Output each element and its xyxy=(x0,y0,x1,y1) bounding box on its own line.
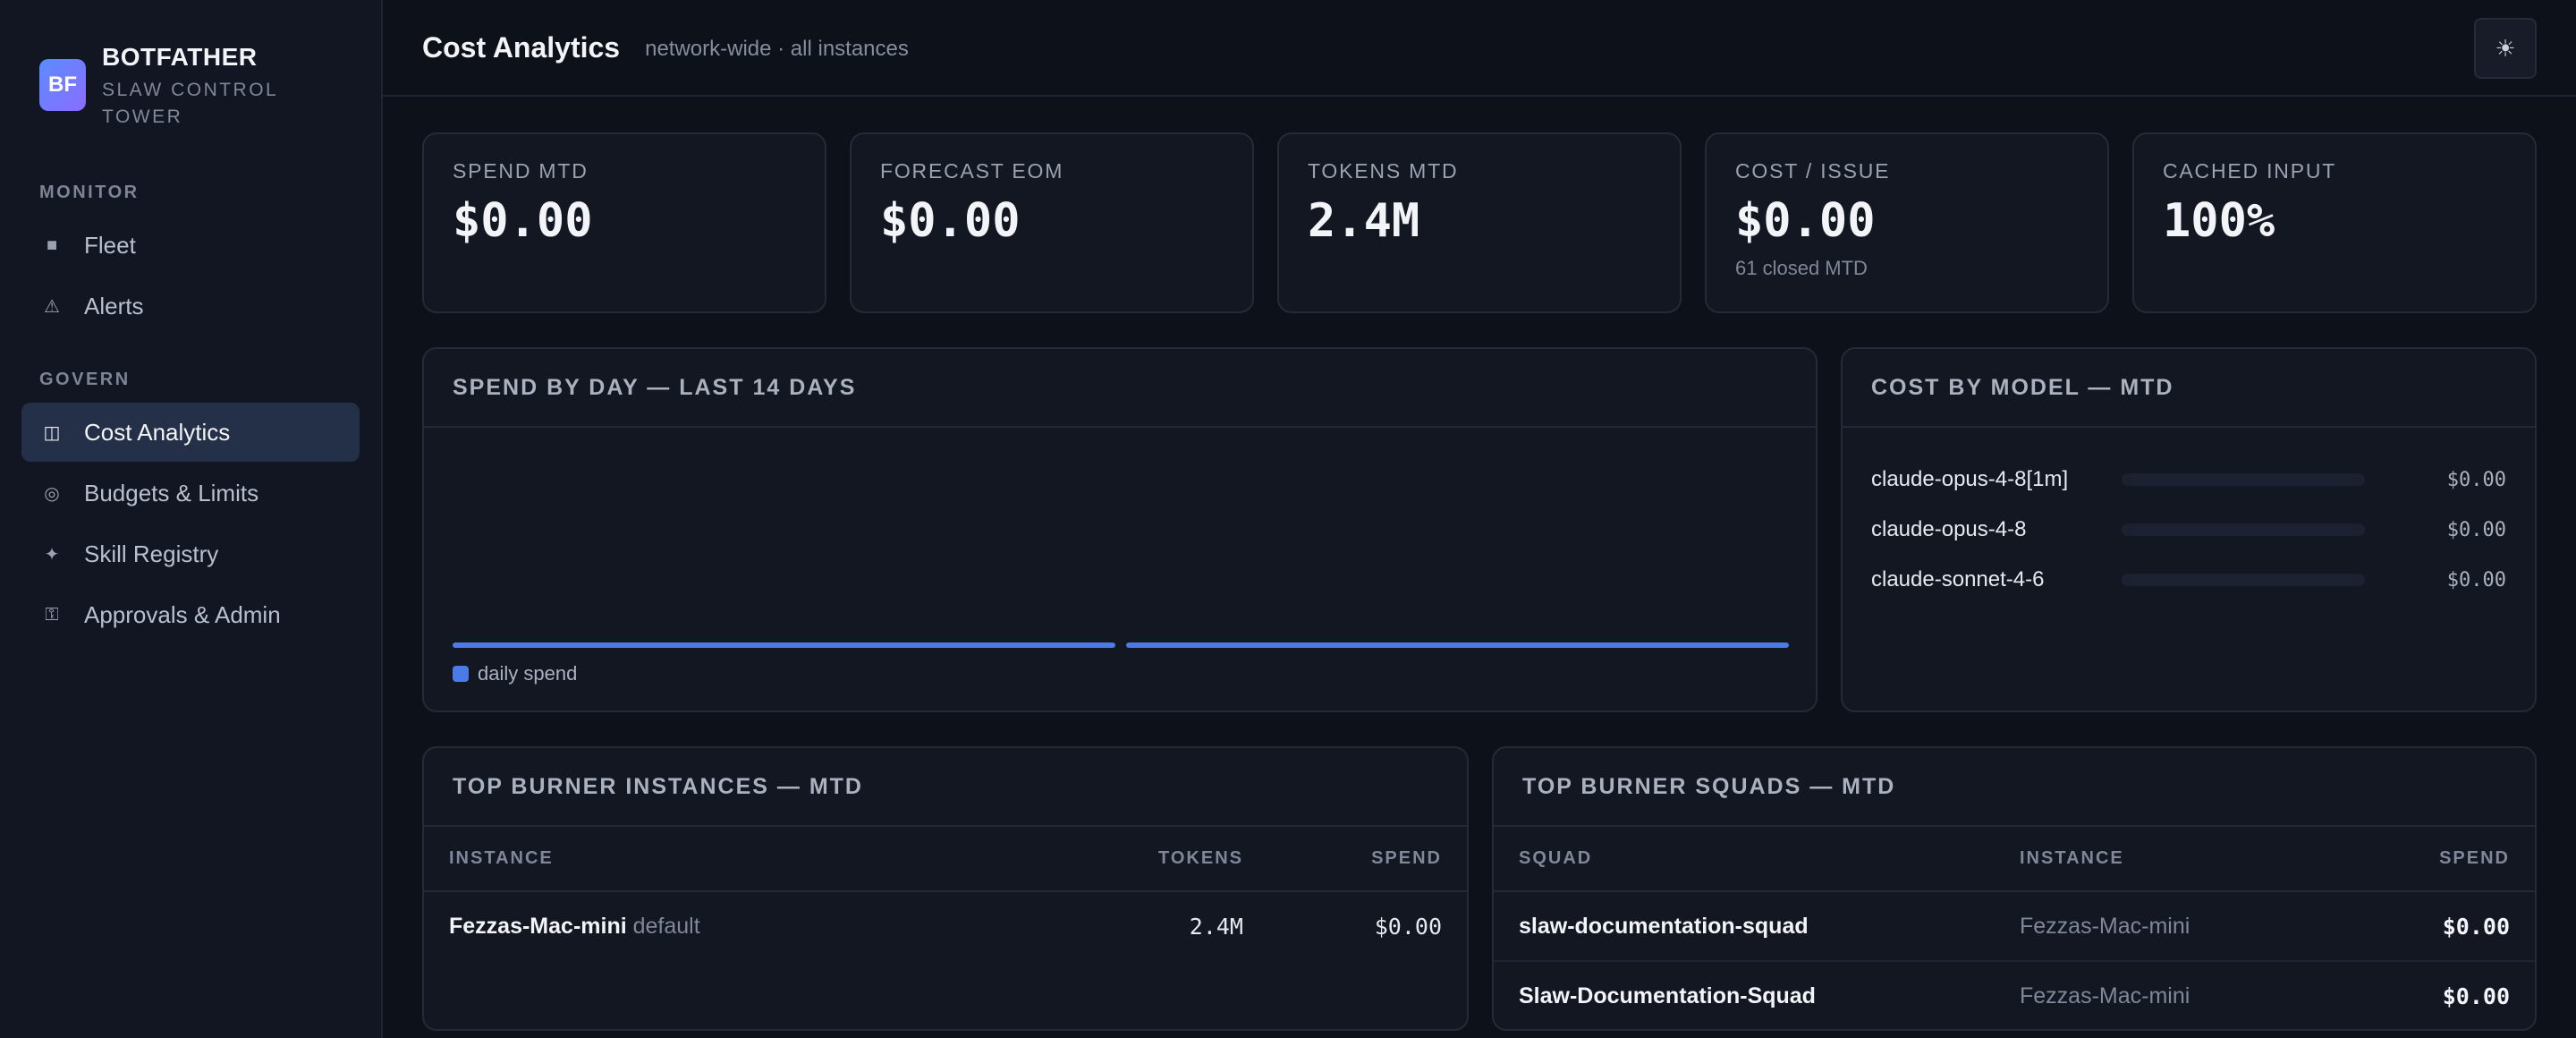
sidebar-item-label: Skill Registry xyxy=(84,540,219,567)
kpi-forecast-eom: FORECAST EOM $0.00 xyxy=(850,132,1254,313)
kpi-value: $0.00 xyxy=(1735,194,1876,248)
cost-by-model-panel: COST BY MODEL — MTD claude-opus-4-8[1m] … xyxy=(1841,347,2537,712)
sidebar-item-fleet[interactable]: ■ Fleet xyxy=(21,216,360,275)
brand-logo: BF xyxy=(39,59,86,111)
instance-spend: $0.00 xyxy=(1374,914,1442,940)
kpi-note: 61 closed MTD xyxy=(1735,257,1868,279)
panel-title: COST BY MODEL — MTD xyxy=(1843,349,2535,428)
squad-instance: Fezzas-Mac-mini xyxy=(2020,983,2190,1008)
columns-icon: ◫ xyxy=(43,422,61,443)
topbar: Cost Analytics network-wide · all instan… xyxy=(383,0,2576,97)
squad-name: Slaw-Documentation-Squad xyxy=(1519,983,1816,1008)
top-burner-squads-panel: TOP BURNER SQUADS — MTD SQUAD INSTANCE S… xyxy=(1492,746,2537,1031)
legend-swatch xyxy=(453,666,469,682)
brand-subtitle: SLAW CONTROL TOWER xyxy=(102,80,278,127)
sidebar-item-approvals-admin[interactable]: ⚿ Approvals & Admin xyxy=(21,585,360,644)
sidebar-item-alerts[interactable]: ⚠ Alerts xyxy=(21,277,360,336)
kpi-label: FORECAST EOM xyxy=(880,159,1064,183)
kpi-spend-mtd: SPEND MTD $0.00 xyxy=(422,132,826,313)
table-row[interactable]: Slaw-Documentation-Squad Fezzas-Mac-mini… xyxy=(1494,961,2535,1029)
model-row[interactable]: claude-opus-4-8[1m] $0.00 xyxy=(1871,455,2506,505)
sidebar-item-cost-analytics[interactable]: ◫ Cost Analytics xyxy=(21,403,360,462)
key-icon: ⚿ xyxy=(45,604,59,625)
model-row[interactable]: claude-opus-4-8 $0.00 xyxy=(1871,505,2506,555)
squad-spend: $0.00 xyxy=(2442,983,2510,1009)
kpi-cost-per-issue: COST / ISSUE $0.00 61 closed MTD xyxy=(1705,132,2109,313)
kpi-value: 100% xyxy=(2163,194,2275,248)
kpi-row: SPEND MTD $0.00 FORECAST EOM $0.00 TOKEN… xyxy=(422,132,2537,313)
target-icon: ◎ xyxy=(44,483,60,504)
model-cost-bar xyxy=(2122,523,2365,536)
squad-instance: Fezzas-Mac-mini xyxy=(2020,891,2350,962)
model-cost-bar xyxy=(2122,574,2365,586)
column-header[interactable]: SPEND xyxy=(1243,827,1467,892)
column-header[interactable]: TOKENS xyxy=(1050,827,1243,892)
sidebar-item-budgets-limits[interactable]: ◎ Budgets & Limits xyxy=(21,464,360,523)
model-name: claude-opus-4-8[1m] xyxy=(1871,467,2069,491)
page-subtitle: network-wide · all instances xyxy=(645,37,909,61)
kpi-value: $0.00 xyxy=(880,194,1021,248)
spend-by-day-chart xyxy=(453,642,1789,648)
panel-title: TOP BURNER INSTANCES — MTD xyxy=(424,748,1467,827)
column-header[interactable]: SPEND xyxy=(2349,827,2535,892)
sidebar-item-label: Budgets & Limits xyxy=(84,479,259,506)
table-row[interactable]: Fezzas-Mac-mini default 2.4M $0.00 xyxy=(424,891,1467,961)
kpi-value: 2.4M xyxy=(1308,194,1420,248)
squad-spend: $0.00 xyxy=(2349,891,2535,962)
kpi-cached-input: CACHED INPUT 100% xyxy=(2132,132,2537,313)
kpi-label: TOKENS MTD xyxy=(1308,159,1459,183)
top-burner-instances-panel: TOP BURNER INSTANCES — MTD INSTANCE TOKE… xyxy=(422,746,1469,1031)
model-name: claude-opus-4-8 xyxy=(1871,517,2027,541)
model-row[interactable]: claude-sonnet-4-6 $0.00 xyxy=(1871,555,2506,605)
model-cost-bar xyxy=(2122,473,2365,486)
spend-chart-area: daily spend xyxy=(424,428,1816,710)
main-content: Cost Analytics network-wide · all instan… xyxy=(383,0,2576,1038)
model-cost: $0.00 xyxy=(2446,568,2506,591)
sun-icon: ☀ xyxy=(2495,34,2516,62)
model-name: claude-sonnet-4-6 xyxy=(1871,567,2045,591)
sidebar-item-skill-registry[interactable]: ✦ Skill Registry xyxy=(21,524,360,583)
sidebar-item-label: Approvals & Admin xyxy=(84,600,281,628)
sidebar-item-label: Fleet xyxy=(84,231,136,259)
model-cost: $0.00 xyxy=(2446,518,2506,541)
legend-label: daily spend xyxy=(478,662,578,685)
squads-table: SQUAD INSTANCE SPEND slaw-documentation-… xyxy=(1494,827,2535,1029)
brand-name: BOTFATHER xyxy=(102,43,258,71)
sidebar: BF BOTFATHER SLAW CONTROL TOWER MONITOR … xyxy=(0,0,383,1038)
spend-by-day-panel: SPEND BY DAY — LAST 14 DAYS daily spend xyxy=(422,347,1818,712)
kpi-tokens-mtd: TOKENS MTD 2.4M xyxy=(1277,132,1682,313)
warning-icon: ⚠ xyxy=(44,296,60,317)
column-header[interactable]: INSTANCE xyxy=(424,827,1051,892)
nav-section-monitor: MONITOR xyxy=(39,183,140,202)
instance-tokens: 2.4M xyxy=(1189,914,1243,940)
theme-toggle-button[interactable]: ☀ xyxy=(2474,18,2537,79)
sidebar-item-label: Cost Analytics xyxy=(84,418,231,446)
kpi-label: SPEND MTD xyxy=(453,159,589,183)
model-cost: $0.00 xyxy=(2446,468,2506,491)
instance-tag: default xyxy=(632,914,700,939)
page-title: Cost Analytics xyxy=(422,30,621,64)
panel-title: TOP BURNER SQUADS — MTD xyxy=(1494,748,2535,827)
brand[interactable]: BF BOTFATHER SLAW CONTROL TOWER xyxy=(21,0,360,131)
sidebar-item-label: Alerts xyxy=(84,292,144,319)
column-header[interactable]: SQUAD xyxy=(1494,827,2020,892)
kpi-value: $0.00 xyxy=(453,194,593,248)
table-row[interactable]: slaw-documentation-squad Fezzas-Mac-mini… xyxy=(1494,891,2535,962)
panel-title: SPEND BY DAY — LAST 14 DAYS xyxy=(424,349,1816,428)
column-header[interactable]: INSTANCE xyxy=(2020,827,2350,892)
squad-name: slaw-documentation-squad xyxy=(1494,891,2020,962)
square-icon: ■ xyxy=(46,234,58,255)
spend-bar-1[interactable] xyxy=(1126,642,1789,648)
kpi-label: CACHED INPUT xyxy=(2163,159,2337,183)
nav-section-govern: GOVERN xyxy=(39,370,131,389)
instances-table: INSTANCE TOKENS SPEND Fezzas-Mac-mini de… xyxy=(424,827,1467,961)
sparkle-icon: ✦ xyxy=(44,544,60,565)
kpi-label: COST / ISSUE xyxy=(1735,159,1891,183)
spend-bar-0[interactable] xyxy=(453,642,1115,648)
instance-name: Fezzas-Mac-mini xyxy=(449,914,627,939)
chart-legend: daily spend xyxy=(453,662,577,685)
